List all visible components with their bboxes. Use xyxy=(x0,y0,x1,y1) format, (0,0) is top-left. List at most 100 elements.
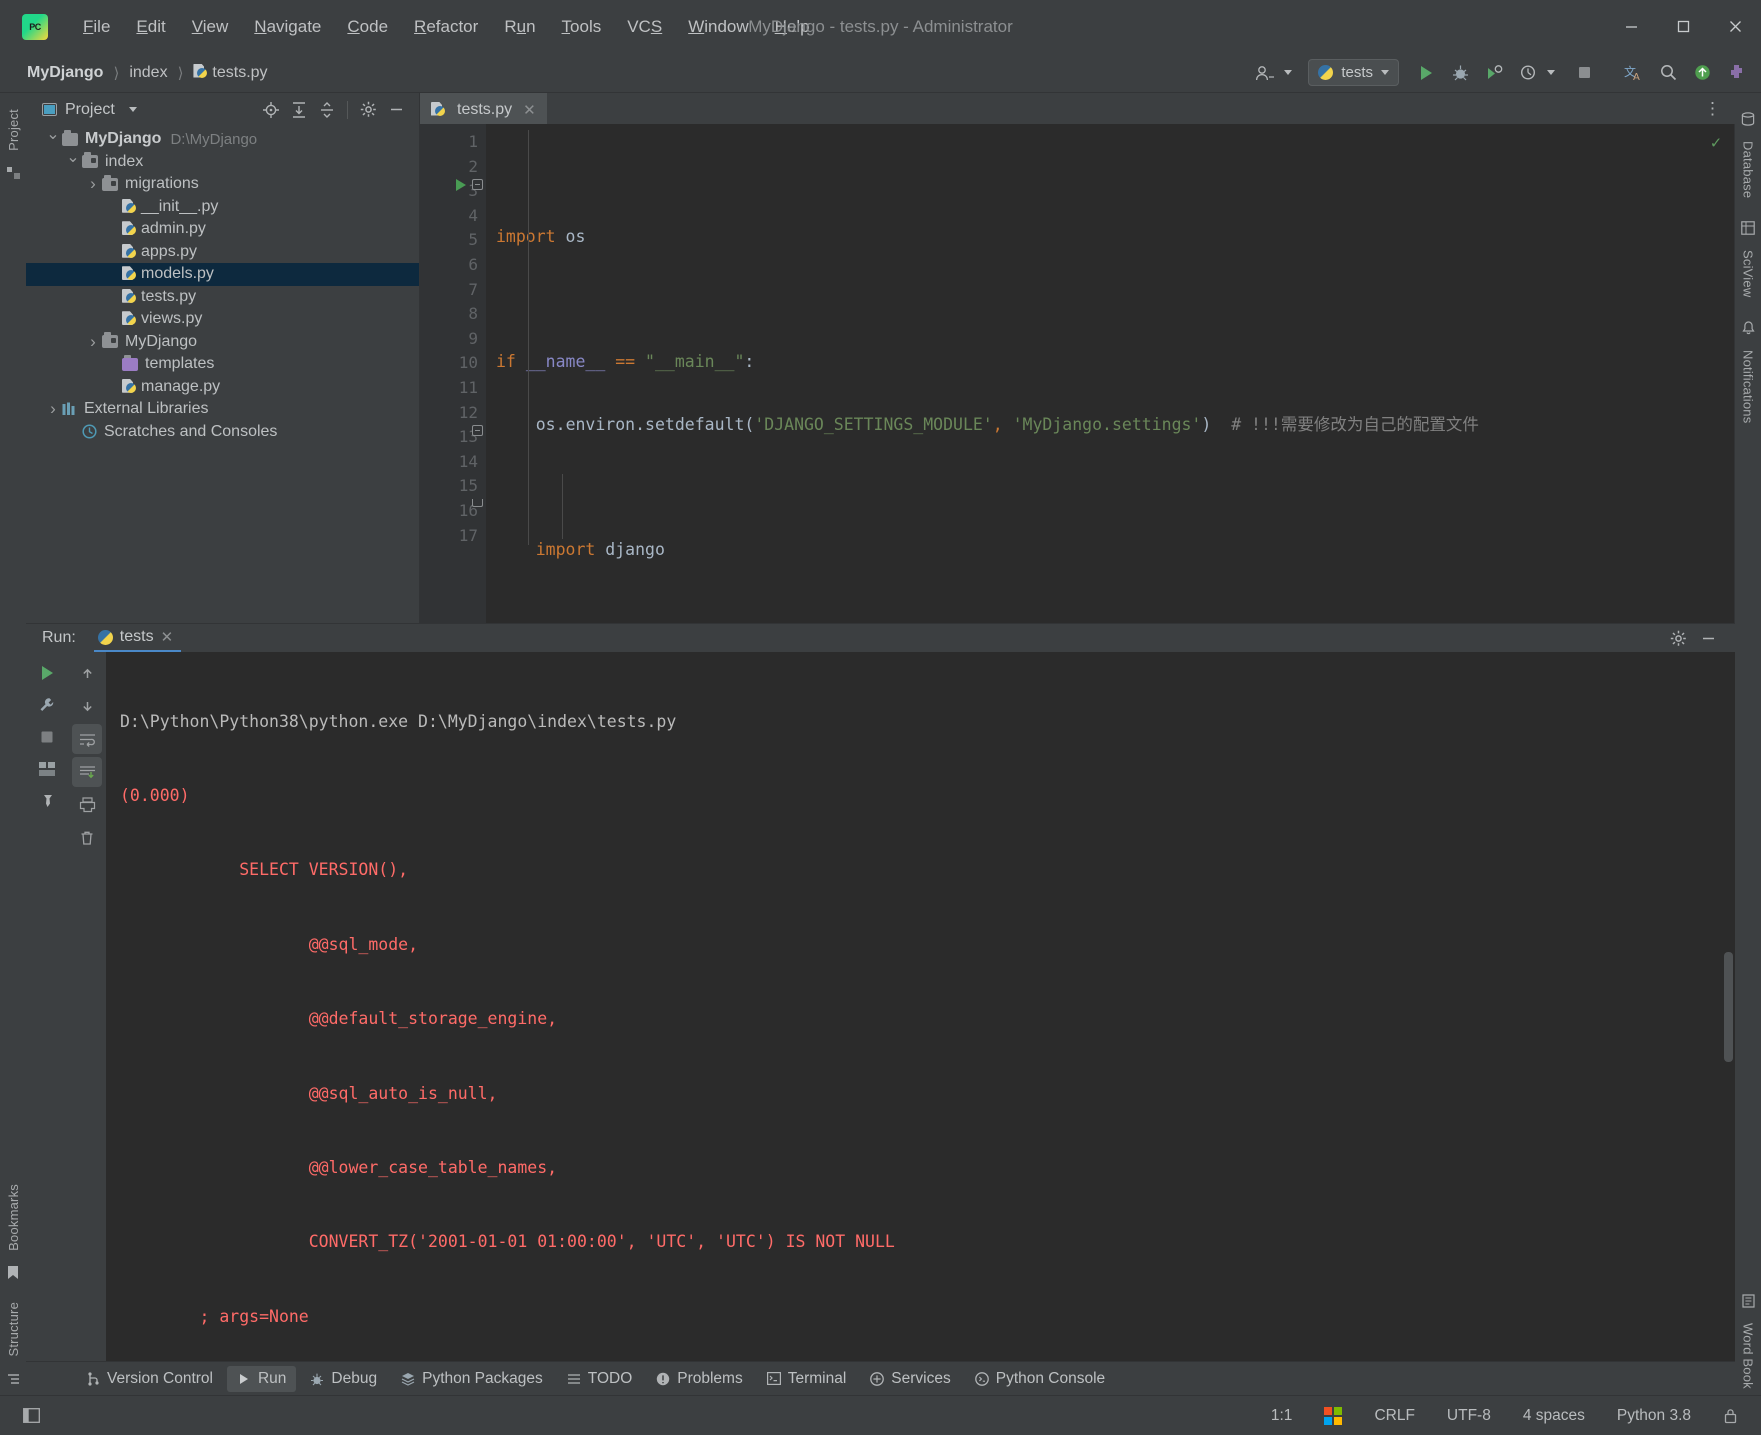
wrench-icon[interactable] xyxy=(32,690,62,720)
editor-more-actions-icon[interactable]: ⋮ xyxy=(1692,99,1735,119)
tool-window-services[interactable]: Services xyxy=(860,1366,960,1392)
strip-button-structure[interactable]: Structure xyxy=(6,1296,21,1363)
menu-help[interactable]: Help xyxy=(762,13,823,41)
close-button[interactable] xyxy=(1709,0,1761,53)
menu-navigate[interactable]: Navigate xyxy=(241,13,334,41)
hide-icon[interactable] xyxy=(1695,625,1721,651)
close-icon[interactable]: ✕ xyxy=(161,628,174,646)
hide-icon[interactable] xyxy=(383,97,409,123)
menu-vcs[interactable]: VCS xyxy=(614,13,675,41)
strip-button-bookmarks[interactable]: Bookmarks xyxy=(6,1178,21,1257)
locate-icon[interactable] xyxy=(258,97,284,123)
microsoft-logo-icon[interactable] xyxy=(1319,1404,1347,1428)
tree-row[interactable]: MyDjango xyxy=(26,331,419,354)
tool-window-todo[interactable]: TODO xyxy=(557,1366,643,1392)
expand-all-icon[interactable] xyxy=(286,97,312,123)
print-icon[interactable] xyxy=(72,790,102,820)
run-console-output[interactable]: D:\Python\Python38\python.exe D:\MyDjang… xyxy=(106,652,1735,1361)
update-icon[interactable] xyxy=(1687,58,1717,88)
chevron-right-icon[interactable] xyxy=(84,174,102,194)
run-configuration-selector[interactable]: tests xyxy=(1308,59,1399,86)
plugin-icon[interactable] xyxy=(1721,58,1751,88)
code-editor[interactable]: 1 2 3 4 5 6 7 8 9 10 11 12 13 14 15 16 1… xyxy=(420,124,1735,623)
tree-row[interactable]: index xyxy=(26,151,419,174)
tool-window-python-packages[interactable]: Python Packages xyxy=(391,1366,553,1392)
tab-tests-py[interactable]: tests.py ✕ xyxy=(420,93,547,124)
tree-row[interactable]: templates xyxy=(26,353,419,376)
menu-edit[interactable]: Edit xyxy=(123,13,178,41)
debug-icon[interactable] xyxy=(1445,58,1475,88)
menu-tools[interactable]: Tools xyxy=(549,13,615,41)
tool-window-run[interactable]: Run xyxy=(226,1365,297,1392)
file-encoding[interactable]: UTF-8 xyxy=(1442,1404,1496,1428)
tree-row-selected[interactable]: models.py xyxy=(26,263,419,286)
inspection-ok-icon[interactable]: ✓ xyxy=(1711,133,1721,153)
strip-button-sciview[interactable]: SciView xyxy=(1741,244,1756,303)
chevron-down-icon[interactable] xyxy=(64,159,82,165)
soft-wrap-icon[interactable] xyxy=(72,724,102,754)
chevron-down-icon[interactable] xyxy=(1284,70,1293,75)
tool-window-python-console[interactable]: Python Console xyxy=(965,1366,1115,1392)
pin-icon[interactable] xyxy=(32,786,62,816)
layout-icon[interactable] xyxy=(18,1405,45,1426)
breadcrumb-item-index[interactable]: index xyxy=(124,62,172,84)
layout-icon[interactable] xyxy=(32,754,62,784)
stop-icon[interactable] xyxy=(32,722,62,752)
strip-button-notifications[interactable]: Notifications xyxy=(1741,344,1756,429)
strip-button-word-book[interactable]: Word Book xyxy=(1741,1317,1756,1395)
run-line-icon[interactable] xyxy=(456,179,466,191)
search-icon[interactable] xyxy=(1653,58,1683,88)
code-content[interactable]: import os if __name__ == "__main__": os.… xyxy=(486,124,1735,623)
run-coverage-icon[interactable] xyxy=(1479,58,1509,88)
tree-row[interactable]: manage.py xyxy=(26,376,419,399)
console-scrollbar[interactable] xyxy=(1724,952,1733,1062)
tool-window-terminal[interactable]: Terminal xyxy=(757,1366,857,1392)
tree-row[interactable]: __init__.py xyxy=(26,196,419,219)
person-add-icon[interactable] xyxy=(1250,58,1280,88)
menu-window[interactable]: Window xyxy=(675,13,761,41)
fold-end-icon[interactable] xyxy=(472,499,483,507)
chevron-right-icon[interactable] xyxy=(84,332,102,352)
fold-icon[interactable] xyxy=(472,425,483,436)
run-icon[interactable] xyxy=(1411,58,1441,88)
tree-row[interactable]: apps.py xyxy=(26,241,419,264)
run-tab-tests[interactable]: tests ✕ xyxy=(93,624,182,652)
stop-icon[interactable] xyxy=(1569,58,1599,88)
scroll-up-icon[interactable] xyxy=(72,658,102,688)
breadcrumb-item-file[interactable]: tests.py xyxy=(188,62,272,84)
python-interpreter[interactable]: Python 3.8 xyxy=(1612,1404,1696,1428)
menu-run[interactable]: Run xyxy=(491,13,548,41)
menu-code[interactable]: Code xyxy=(334,13,401,41)
chevron-right-icon[interactable] xyxy=(44,399,62,419)
tree-row[interactable]: admin.py xyxy=(26,218,419,241)
tree-row[interactable]: External Libraries xyxy=(26,398,419,421)
indent-setting[interactable]: 4 spaces xyxy=(1518,1404,1590,1428)
menu-file[interactable]: File xyxy=(70,13,123,41)
maximize-button[interactable] xyxy=(1657,0,1709,53)
menu-refactor[interactable]: Refactor xyxy=(401,13,491,41)
strip-button-project[interactable]: Project xyxy=(6,103,21,157)
collapse-all-icon[interactable] xyxy=(314,97,340,123)
chevron-down-icon[interactable] xyxy=(1547,70,1555,75)
strip-button-database[interactable]: Database xyxy=(1741,135,1756,204)
profile-icon[interactable] xyxy=(1513,58,1543,88)
tool-window-version-control[interactable]: Version Control xyxy=(76,1366,223,1392)
scroll-down-icon[interactable] xyxy=(72,691,102,721)
menu-view[interactable]: View xyxy=(179,13,242,41)
line-separator[interactable]: CRLF xyxy=(1369,1404,1419,1428)
fold-icon[interactable] xyxy=(472,179,483,190)
rerun-icon[interactable] xyxy=(32,658,62,688)
editor-gutter[interactable]: 1 2 3 4 5 6 7 8 9 10 11 12 13 14 15 16 1… xyxy=(420,124,486,623)
trash-icon[interactable] xyxy=(72,823,102,853)
tree-row[interactable]: views.py xyxy=(26,308,419,331)
translate-icon[interactable]: 文A xyxy=(1619,58,1649,88)
close-icon[interactable]: ✕ xyxy=(523,101,536,119)
tool-window-problems[interactable]: Problems xyxy=(646,1366,752,1392)
breadcrumb-item-project[interactable]: MyDjango xyxy=(22,62,108,84)
gear-icon[interactable] xyxy=(355,97,381,123)
gear-icon[interactable] xyxy=(1665,625,1691,651)
tool-window-debug[interactable]: Debug xyxy=(300,1366,387,1392)
chevron-down-icon[interactable] xyxy=(128,107,137,112)
chevron-down-icon[interactable] xyxy=(44,136,62,142)
tree-row[interactable]: tests.py xyxy=(26,286,419,309)
